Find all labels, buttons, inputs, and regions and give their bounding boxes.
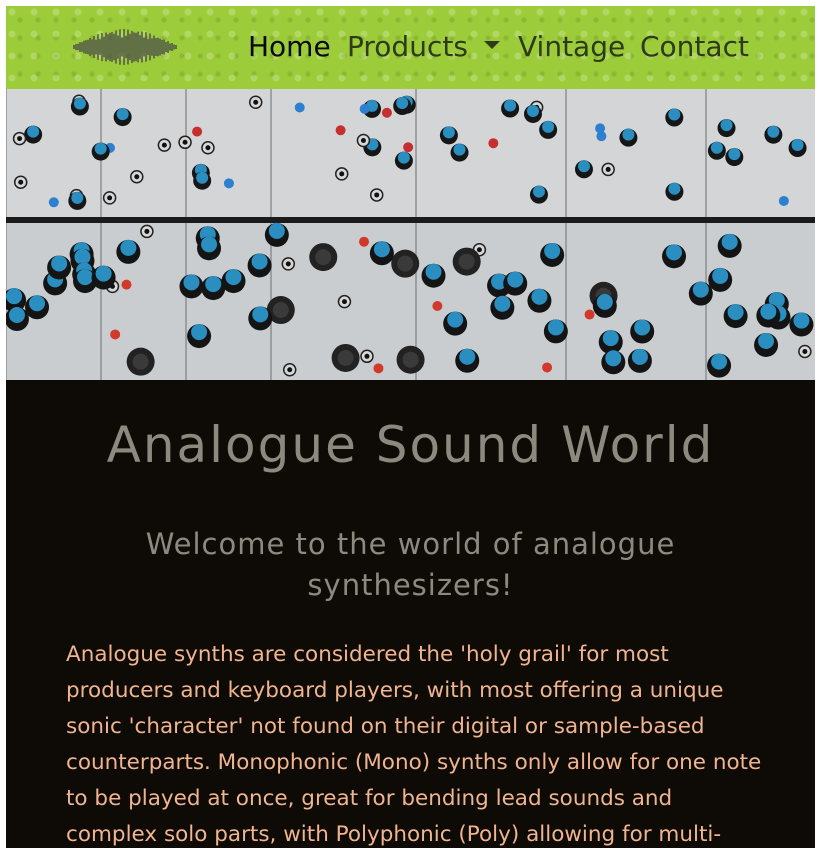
page-subtitle: Welcome to the world of analogue synthes… <box>145 527 676 602</box>
synth-knobs <box>6 89 814 380</box>
page-title: Analogue Sound World <box>106 416 715 474</box>
page-frame: Home Products Vintage Contact Analogue S… <box>6 6 815 848</box>
nav-contact-link[interactable]: Contact <box>640 30 749 63</box>
sound-wave-icon[interactable] <box>72 27 178 67</box>
hero-synth-image <box>6 89 815 380</box>
navbar: Home Products Vintage Contact <box>6 6 815 89</box>
nav-products-dropdown[interactable]: Products <box>347 30 500 63</box>
intro-paragraph: Analogue synths are considered the 'holy… <box>66 642 762 847</box>
caret-down-icon <box>483 41 500 49</box>
nav-products-label: Products <box>347 30 468 63</box>
nav-home-link[interactable]: Home <box>248 30 331 63</box>
nav-vintage-link[interactable]: Vintage <box>518 30 625 63</box>
